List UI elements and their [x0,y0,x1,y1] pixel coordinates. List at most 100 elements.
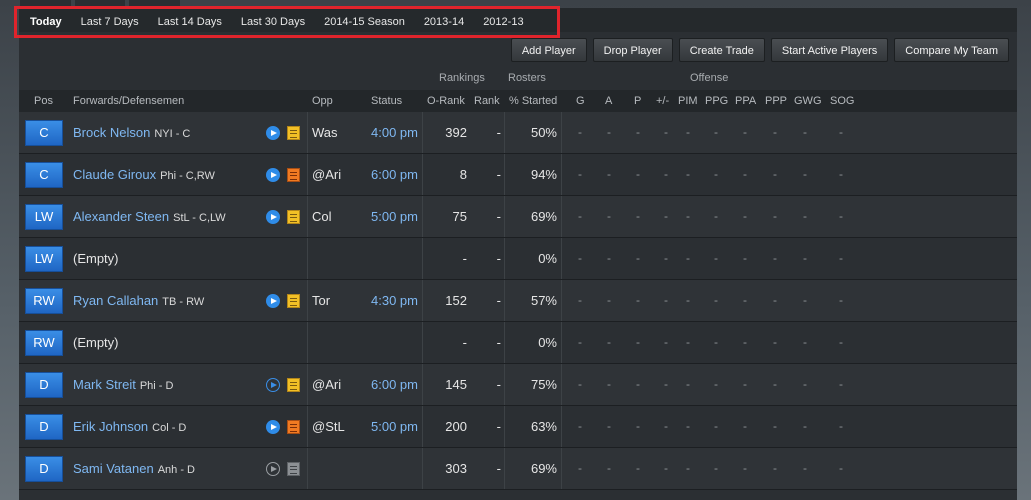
header-stat-sog[interactable]: SOG [830,95,854,107]
stat-cell-PPP: - [773,377,777,391]
header-rank[interactable]: Rank [474,95,500,107]
stat-cell-PPA: - [743,377,747,391]
opponent[interactable]: @Ari [312,364,341,405]
player-name-link[interactable]: Alexander Steen [73,209,169,224]
stat-cell-P: - [636,377,640,391]
game-status[interactable]: 6:00 pm [371,154,418,195]
stat-cell-PIM: - [686,125,690,139]
header-stat-plus-minus[interactable]: +/- [656,95,669,107]
compare-my-team-button[interactable]: Compare My Team [894,38,1009,62]
stat-cell-SOG: - [839,335,843,349]
player-name-link[interactable]: Erik Johnson [73,419,148,434]
header-stat-pim[interactable]: PIM [678,95,698,107]
game-status[interactable]: 5:00 pm [371,406,418,447]
player-name-link[interactable]: Mark Streit [73,377,136,392]
stat-cell-PPP: - [773,335,777,349]
header-stat-gwg[interactable]: GWG [794,95,822,107]
stat-cell-SOG: - [839,125,843,139]
notes-icon[interactable] [287,294,300,308]
play-icon[interactable] [266,126,280,140]
stat-cell-PPG: - [714,167,718,181]
play-icon[interactable] [266,378,280,392]
position-button[interactable]: RW [25,330,63,356]
player-team-position: Phi - D [139,380,174,392]
game-status[interactable]: 5:00 pm [371,196,418,237]
play-icon[interactable] [266,168,280,182]
opponent[interactable]: Col [312,196,332,237]
opponent[interactable]: @StL [312,406,345,447]
range-tab-today[interactable]: Today [30,16,62,28]
pct-started-value: 0% [538,335,557,350]
range-tab-2014-15-season[interactable]: 2014-15 Season [324,16,405,28]
notes-icon[interactable] [287,420,300,434]
header-stat-g[interactable]: G [576,95,585,107]
range-tab-last-14-days[interactable]: Last 14 Days [158,16,222,28]
header-pos[interactable]: Pos [34,95,53,107]
stat-cell-G: - [578,209,582,223]
drop-player-button[interactable]: Drop Player [592,38,673,62]
notes-icon[interactable] [287,378,300,392]
header-status[interactable]: Status [371,95,402,107]
stat-cell-GWG: - [803,419,807,433]
stat-cell-G: - [578,293,582,307]
game-status[interactable]: 4:00 pm [371,112,418,153]
opponent[interactable]: Tor [312,280,330,321]
player-name-link[interactable]: Claude Giroux [73,167,156,182]
stat-cell-G: - [578,419,582,433]
stat-cell-PPP: - [773,293,777,307]
play-icon[interactable] [266,294,280,308]
range-tab-2013-14[interactable]: 2013-14 [424,16,464,28]
range-tab-last-7-days[interactable]: Last 7 Days [81,16,139,28]
notes-icon[interactable] [287,126,300,140]
stat-cell-PPP: - [773,209,777,223]
stat-cell-P: - [636,461,640,475]
position-button[interactable]: D [25,456,63,482]
game-status[interactable]: 4:30 pm [371,280,418,321]
stat-cell-PPA: - [743,251,747,265]
pct-started-value: 57% [530,293,557,308]
header-stat-ppp[interactable]: PPP [765,95,787,107]
notes-icon[interactable] [287,210,300,224]
rank-value: - [496,335,501,350]
play-icon[interactable] [266,462,280,476]
header-stat-ppg[interactable]: PPG [705,95,728,107]
player-name-link[interactable]: Brock Nelson [73,125,150,140]
position-button[interactable]: D [25,414,63,440]
stat-cell-A: - [607,167,611,181]
pct-started-value: 63% [530,419,557,434]
play-icon[interactable] [266,420,280,434]
player-name-link[interactable]: Ryan Callahan [73,293,158,308]
create-trade-button[interactable]: Create Trade [678,38,765,62]
header-players[interactable]: Forwards/Defensemen [73,95,184,107]
stat-cell-G: - [578,167,582,181]
player-team-position: TB - RW [162,296,205,308]
header-o-rank[interactable]: O-Rank [427,95,465,107]
empty-slot-label: (Empty) [73,251,119,266]
opponent[interactable]: Was [312,112,338,153]
pct-started-value: 0% [538,251,557,266]
header-pct-started[interactable]: % Started [509,95,557,107]
add-player-button[interactable]: Add Player [510,38,587,62]
position-button[interactable]: RW [25,288,63,314]
notes-icon[interactable] [287,168,300,182]
pct-started-value: 75% [530,377,557,392]
range-tab-last-30-days[interactable]: Last 30 Days [241,16,305,28]
start-active-players-button[interactable]: Start Active Players [770,38,889,62]
header-opp[interactable]: Opp [312,95,333,107]
player-name-link[interactable]: Sami Vatanen [73,461,154,476]
range-tab-2012-13[interactable]: 2012-13 [483,16,523,28]
position-button[interactable]: C [25,120,63,146]
stat-cell-GWG: - [803,377,807,391]
stat-cell-PPA: - [743,461,747,475]
play-icon[interactable] [266,210,280,224]
position-button[interactable]: LW [25,246,63,272]
position-button[interactable]: C [25,162,63,188]
notes-icon[interactable] [287,462,300,476]
opponent[interactable]: @Ari [312,154,341,195]
header-stat-p[interactable]: P [634,95,641,107]
position-button[interactable]: D [25,372,63,398]
header-stat-a[interactable]: A [605,95,612,107]
game-status[interactable]: 6:00 pm [371,364,418,405]
position-button[interactable]: LW [25,204,63,230]
header-stat-ppa[interactable]: PPA [735,95,756,107]
